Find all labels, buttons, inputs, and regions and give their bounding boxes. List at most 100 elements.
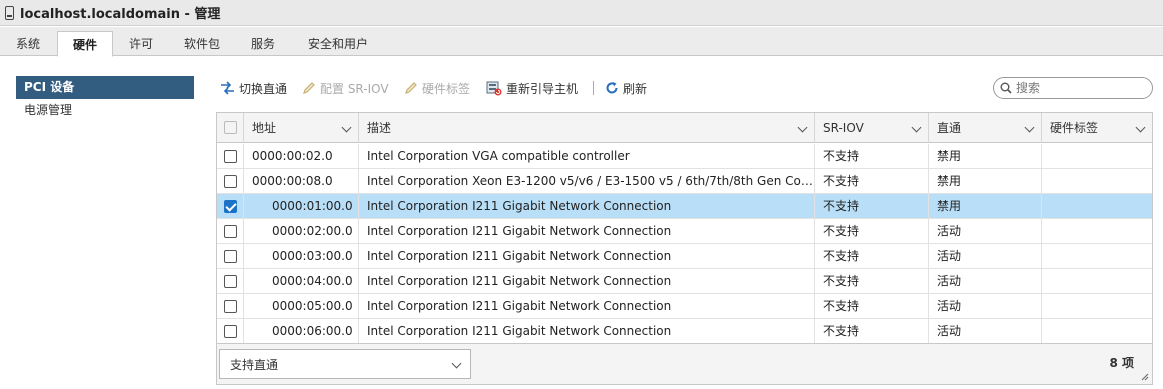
description-cell: Intel Corporation I211 Gigabit Network C…: [359, 194, 815, 219]
search-icon: [1000, 82, 1012, 94]
hardware-label-button[interactable]: 硬件标签: [404, 76, 470, 100]
hardware-label-cell: [1042, 144, 1152, 169]
refresh-button[interactable]: 刷新: [605, 76, 647, 100]
description-cell: Intel Corporation I211 Gigabit Network C…: [359, 219, 815, 244]
select-all-checkbox[interactable]: [224, 121, 237, 134]
description-cell: Intel Corporation Xeon E3-1200 v5/v6 / E…: [359, 169, 815, 194]
chevron-down-icon[interactable]: [797, 122, 808, 133]
resize-grip-icon[interactable]: [1141, 373, 1149, 381]
table-row[interactable]: 0000:03:00.0 Intel Corporation I211 Gigab…: [217, 244, 1152, 269]
filter-select-value: 支持直通: [230, 357, 279, 372]
host-icon: [5, 5, 14, 20]
sriov-cell: 不支持: [815, 294, 929, 319]
reboot-host-button[interactable]: 重新引导主机: [486, 76, 578, 100]
column-header-passthrough[interactable]: 直通: [929, 113, 1042, 143]
passthrough-cell: 活动: [929, 319, 1042, 344]
column-header-hardware-label[interactable]: 硬件标签: [1042, 113, 1152, 143]
tab-security-users[interactable]: 安全和用户: [300, 31, 376, 56]
sidebar-item-power-management[interactable]: 电源管理: [16, 99, 194, 122]
address-cell: 0000:05:00.0: [244, 294, 359, 319]
sriov-cell: 不支持: [815, 219, 929, 244]
search-box[interactable]: [993, 77, 1153, 99]
hardware-label-cell: [1042, 169, 1152, 194]
address-cell: 0000:02:00.0: [244, 219, 359, 244]
sriov-cell: 不支持: [815, 169, 929, 194]
configure-sriov-button[interactable]: 配置 SR-IOV: [302, 76, 389, 100]
table-row[interactable]: 0000:00:08.0 Intel Corporation Xeon E3-12…: [217, 169, 1152, 194]
table-row[interactable]: 0000:05:00.0 Intel Corporation I211 Gigab…: [217, 294, 1152, 319]
toolbar-separator: [593, 81, 594, 95]
row-checkbox-cell: [217, 219, 244, 244]
column-header-description[interactable]: 描述: [359, 113, 815, 143]
address-cell: 0000:00:02.0: [244, 144, 359, 169]
hardware-label-label: 硬件标签: [422, 81, 471, 96]
sidebar: PCI 设备 电源管理: [16, 76, 194, 122]
title-bar: localhost.localdomain - 管理: [0, 0, 1163, 26]
row-checkbox[interactable]: [224, 275, 237, 288]
chevron-down-icon[interactable]: [911, 122, 922, 133]
row-checkbox[interactable]: [224, 175, 237, 188]
sriov-cell: 不支持: [815, 194, 929, 219]
row-checkbox-cell: [217, 144, 244, 169]
table-row[interactable]: 0000:01:00.0 Intel Corporation I211 Gigab…: [217, 194, 1152, 219]
hardware-label-cell: [1042, 269, 1152, 294]
row-checkbox[interactable]: [224, 150, 237, 163]
chevron-down-icon: [451, 358, 462, 369]
row-checkbox[interactable]: [224, 250, 237, 263]
row-checkbox[interactable]: [224, 325, 237, 338]
address-cell: 0000:01:00.0: [244, 194, 359, 219]
passthrough-cell: 禁用: [929, 144, 1042, 169]
description-cell: Intel Corporation I211 Gigabit Network C…: [359, 319, 815, 344]
column-header-label: 硬件标签: [1050, 121, 1099, 135]
hardware-label-cell: [1042, 294, 1152, 319]
chevron-down-icon[interactable]: [341, 122, 352, 133]
sidebar-item-pci-devices[interactable]: PCI 设备: [16, 76, 194, 99]
column-header-label: SR-IOV: [823, 121, 864, 135]
row-checkbox[interactable]: [224, 200, 237, 213]
window-title: localhost.localdomain - 管理: [20, 7, 221, 22]
tab-services[interactable]: 服务: [240, 31, 286, 56]
row-checkbox-cell: [217, 319, 244, 344]
column-header-address[interactable]: 地址: [244, 113, 359, 143]
tab-system[interactable]: 系统: [5, 31, 51, 56]
row-checkbox[interactable]: [224, 300, 237, 313]
passthrough-filter-select[interactable]: 支持直通: [219, 349, 471, 379]
tab-hardware[interactable]: 硬件: [57, 31, 113, 57]
chevron-down-icon[interactable]: [1135, 122, 1146, 133]
passthrough-cell: 活动: [929, 219, 1042, 244]
table-row[interactable]: 0000:04:00.0 Intel Corporation I211 Gigab…: [217, 269, 1152, 294]
tab-packages[interactable]: 软件包: [174, 31, 230, 56]
row-checkbox-cell: [217, 169, 244, 194]
description-cell: Intel Corporation VGA compatible control…: [359, 144, 815, 169]
table-row[interactable]: 0000:02:00.0 Intel Corporation I211 Gigab…: [217, 219, 1152, 244]
sriov-cell: 不支持: [815, 244, 929, 269]
toggle-passthrough-icon: [221, 81, 234, 95]
refresh-icon: [606, 82, 618, 94]
row-checkbox-cell: [217, 269, 244, 294]
column-header-sriov[interactable]: SR-IOV: [815, 113, 929, 143]
tab-license[interactable]: 许可: [118, 31, 164, 56]
address-cell: 0000:03:00.0: [244, 244, 359, 269]
address-cell: 0000:06:00.0: [244, 319, 359, 344]
column-header-label: 地址: [252, 121, 277, 135]
pencil-icon: [405, 82, 417, 94]
row-checkbox-cell: [217, 194, 244, 219]
refresh-label: 刷新: [623, 81, 648, 96]
hardware-label-cell: [1042, 319, 1152, 344]
toggle-passthrough-button[interactable]: 切换直通: [220, 76, 287, 100]
search-input[interactable]: [1016, 81, 1136, 95]
row-checkbox-cell: [217, 294, 244, 319]
sriov-cell: 不支持: [815, 319, 929, 344]
sriov-cell: 不支持: [815, 269, 929, 294]
column-header-label: 描述: [367, 121, 392, 135]
hardware-label-cell: [1042, 244, 1152, 269]
chevron-down-icon[interactable]: [1024, 122, 1035, 133]
address-cell: 0000:04:00.0: [244, 269, 359, 294]
reboot-host-label: 重新引导主机: [506, 81, 579, 96]
hardware-label-cell: [1042, 194, 1152, 219]
table-row[interactable]: 0000:00:02.0 Intel Corporation VGA compat…: [217, 144, 1152, 169]
table-row[interactable]: 0000:06:00.0 Intel Corporation I211 Gigab…: [217, 319, 1152, 344]
description-cell: Intel Corporation I211 Gigabit Network C…: [359, 244, 815, 269]
pci-device-table: 地址 描述 SR-IOV 直通 硬件标签 0000:00:02.0 Intel C…: [216, 112, 1153, 385]
row-checkbox[interactable]: [224, 225, 237, 238]
